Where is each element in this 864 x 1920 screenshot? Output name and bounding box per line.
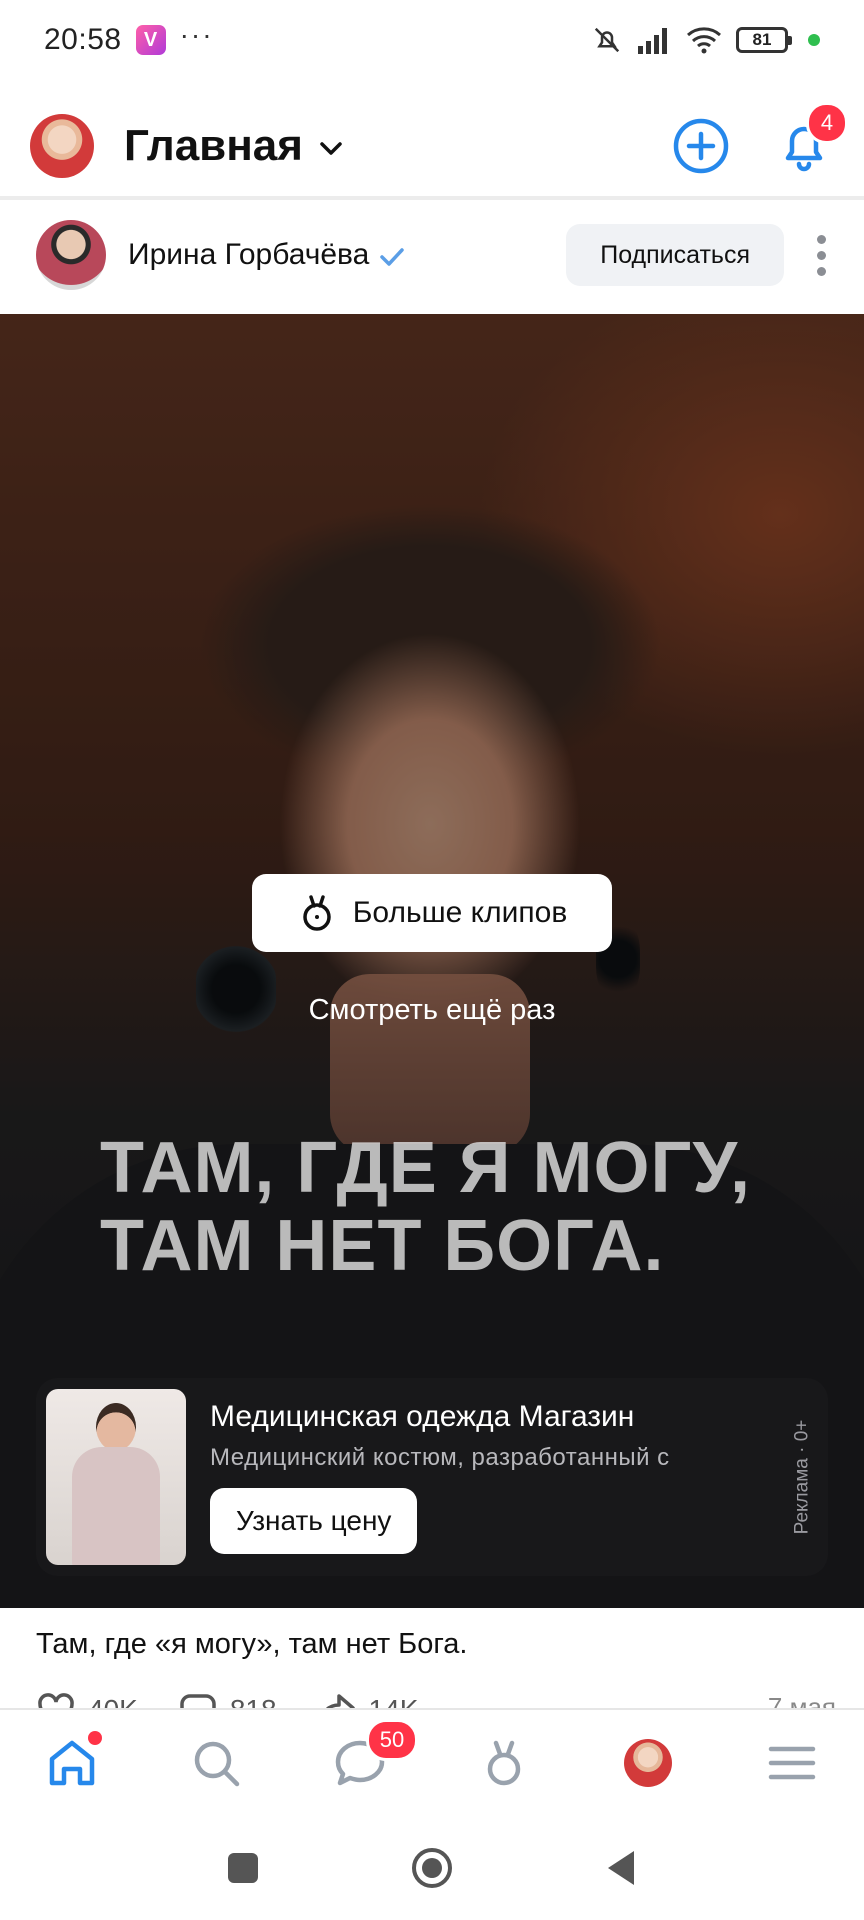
verified-icon bbox=[380, 248, 405, 266]
notifications-badge: 4 bbox=[806, 102, 848, 144]
header-divider bbox=[0, 196, 864, 200]
tab-search[interactable] bbox=[180, 1727, 252, 1799]
ad-card[interactable]: Медицинская одежда Магазин Медицинский к… bbox=[36, 1378, 828, 1576]
tab-home[interactable] bbox=[36, 1727, 108, 1799]
status-bar: 20:58 V ··· 81 bbox=[0, 0, 864, 80]
clips-icon bbox=[302, 895, 331, 931]
more-clips-label: Больше клипов bbox=[352, 896, 568, 929]
author-avatar[interactable] bbox=[36, 220, 106, 290]
tab-menu[interactable] bbox=[756, 1727, 828, 1799]
user-avatar[interactable] bbox=[30, 114, 94, 178]
ad-title[interactable]: Медицинская одежда Магазин bbox=[210, 1400, 770, 1434]
watch-again-link[interactable]: Смотреть ещё раз bbox=[0, 994, 864, 1027]
privacy-indicator-icon bbox=[808, 34, 820, 46]
ad-info: Медицинская одежда Магазин Медицинский к… bbox=[210, 1400, 770, 1554]
page-title[interactable]: Главная bbox=[124, 121, 303, 171]
mute-icon bbox=[594, 27, 620, 53]
author-name[interactable]: Ирина Горбачёва bbox=[128, 238, 369, 272]
learn-price-button[interactable]: Узнать цену bbox=[210, 1488, 418, 1554]
app-header: Главная 4 bbox=[0, 96, 864, 196]
ad-description: Медицинский костюм, разработанный с bbox=[210, 1444, 670, 1471]
add-post-icon[interactable] bbox=[672, 117, 730, 175]
notifications-button[interactable]: 4 bbox=[774, 102, 848, 176]
more-notifications-icon: ··· bbox=[179, 19, 214, 50]
wifi-icon bbox=[687, 27, 721, 54]
chevron-down-icon[interactable] bbox=[319, 141, 343, 157]
ad-label-text: Реклама · 0+ bbox=[791, 1419, 813, 1535]
signal-icon bbox=[638, 28, 667, 54]
post-author-row: Ирина Горбачёва Подписаться bbox=[0, 205, 864, 305]
battery-icon: 81 bbox=[736, 27, 792, 53]
overlay-text-line2: ТАМ НЕТ БОГА. bbox=[100, 1206, 665, 1286]
header-actions: 4 bbox=[672, 102, 848, 176]
battery-level: 81 bbox=[752, 30, 772, 49]
more-clips-button[interactable]: Больше клипов bbox=[252, 874, 612, 952]
ad-label: Реклама · 0+ bbox=[790, 1396, 814, 1558]
clips-icon bbox=[487, 1740, 521, 1786]
tab-clips[interactable] bbox=[468, 1727, 540, 1799]
messages-badge: 50 bbox=[366, 1719, 418, 1761]
ad-product-image[interactable] bbox=[46, 1389, 186, 1565]
profile-avatar bbox=[624, 1739, 672, 1787]
status-icons: 81 bbox=[592, 25, 820, 55]
tab-messages[interactable]: 50 bbox=[324, 1719, 418, 1799]
home-system-icon[interactable] bbox=[410, 1846, 454, 1890]
search-icon bbox=[194, 1741, 240, 1787]
system-navigation-bar bbox=[0, 1816, 864, 1920]
tab-profile[interactable] bbox=[612, 1727, 684, 1799]
post-caption: Там, где «я могу», там нет Бога. bbox=[36, 1628, 468, 1660]
back-icon[interactable] bbox=[604, 1849, 638, 1887]
more-options-icon[interactable] bbox=[814, 234, 828, 276]
vk-app-icon: V bbox=[135, 25, 166, 55]
recent-apps-icon[interactable] bbox=[226, 1851, 260, 1885]
menu-icon bbox=[768, 1746, 816, 1780]
home-unread-dot bbox=[88, 1731, 102, 1745]
overlay-text-line1: ТАМ, ГДЕ Я МОГУ, bbox=[100, 1128, 751, 1208]
clip-video[interactable]: Больше клипов Смотреть ещё раз ТАМ, ГДЕ … bbox=[0, 314, 864, 1608]
video-overlay-text: ТАМ, ГДЕ Я МОГУ, ТАМ НЕТ БОГА. bbox=[100, 1129, 820, 1285]
status-time: 20:58 bbox=[44, 23, 122, 56]
subscribe-button[interactable]: Подписаться bbox=[566, 224, 784, 286]
bottom-tab-bar: 50 bbox=[0, 1708, 864, 1816]
